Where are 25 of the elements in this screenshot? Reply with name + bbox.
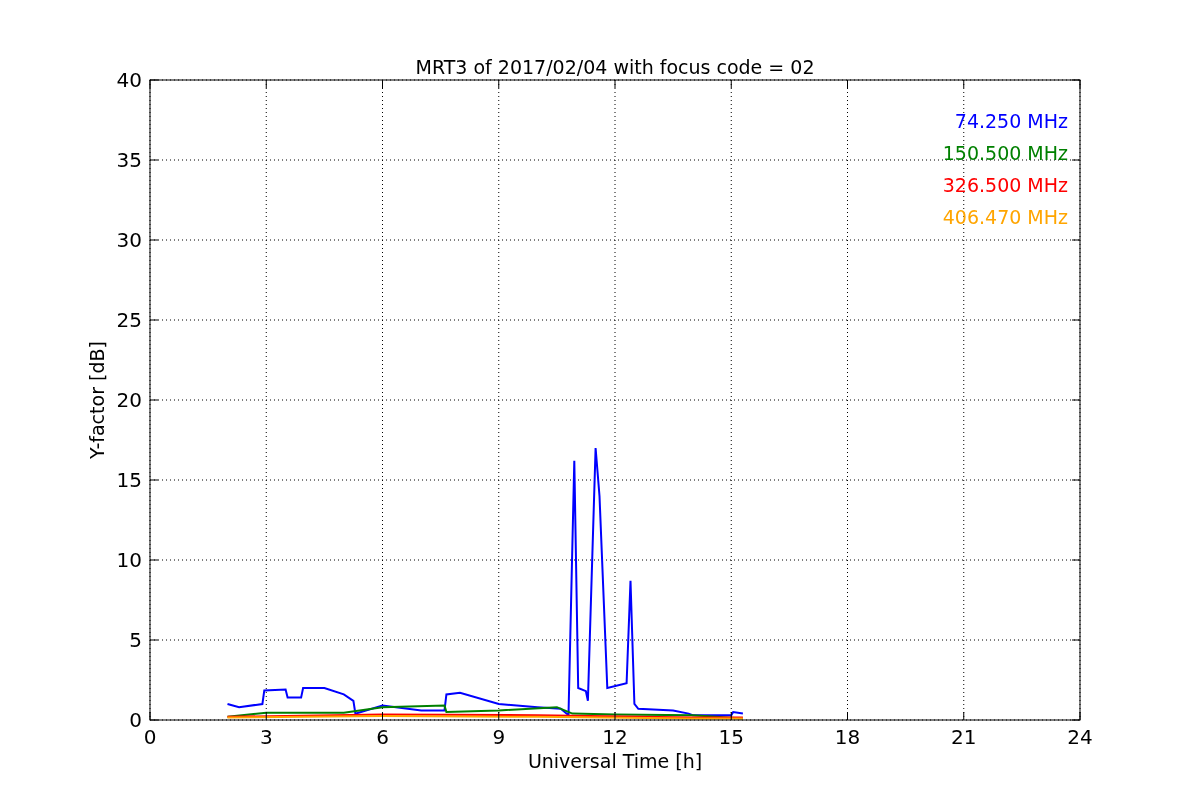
legend-label: 406.470 MHz xyxy=(942,206,1068,228)
y-tick-label: 15 xyxy=(116,468,142,492)
x-tick-label: 12 xyxy=(602,725,628,749)
y-tick-label: 30 xyxy=(116,228,142,252)
y-tick-label: 25 xyxy=(116,308,142,332)
x-tick-label: 24 xyxy=(1067,725,1093,749)
x-axis-label: Universal Time [h] xyxy=(527,750,703,772)
y-tick-label: 35 xyxy=(116,148,142,172)
x-tick-label: 15 xyxy=(718,725,744,749)
y-axis-label: Y-factor [dB] xyxy=(86,341,108,459)
x-tick-label: 18 xyxy=(834,725,861,749)
y-tick-label: 40 xyxy=(116,68,142,92)
chart-title: MRT3 of 2017/02/04 with focus code = 02 xyxy=(415,56,815,78)
y-tick-label: 20 xyxy=(116,388,142,412)
y-tick-label: 0 xyxy=(129,708,142,732)
legend-label: 150.500 MHz xyxy=(942,142,1068,164)
legend-label: 74.250 MHz xyxy=(954,110,1068,132)
legend-label: 326.500 MHz xyxy=(942,174,1068,196)
y-tick-label: 10 xyxy=(116,548,142,572)
x-tick-label: 0 xyxy=(143,725,157,749)
x-tick-label: 6 xyxy=(376,725,389,749)
x-tick-label: 3 xyxy=(259,725,273,749)
x-tick-label: 21 xyxy=(951,725,977,749)
y-tick-label: 5 xyxy=(129,628,142,652)
x-tick-label: 9 xyxy=(492,725,506,749)
